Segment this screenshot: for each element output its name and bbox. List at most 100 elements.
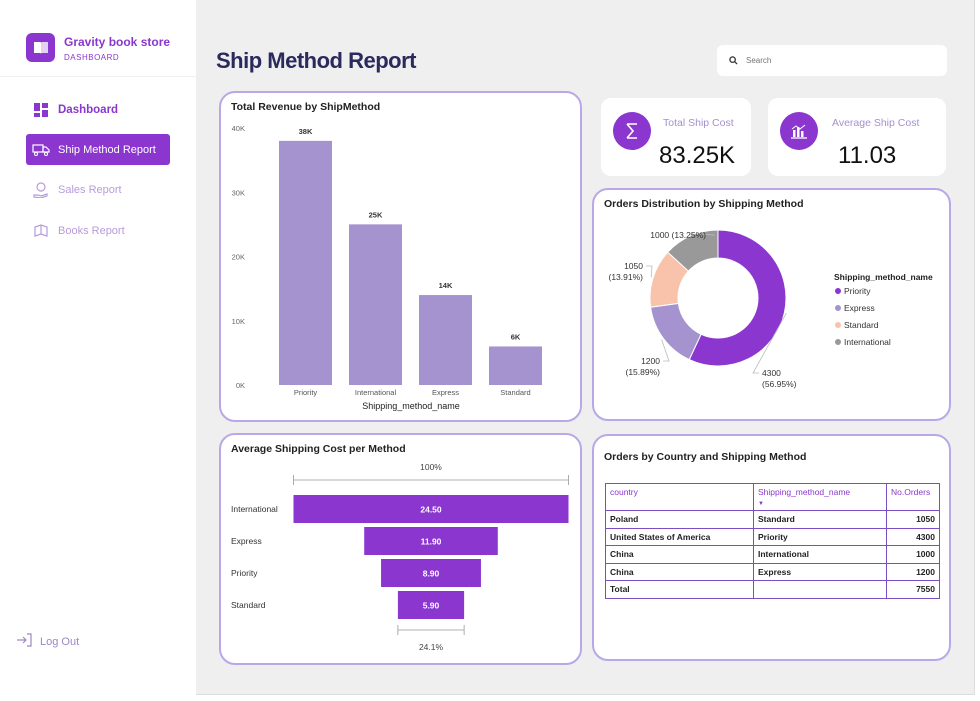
- sidebar-item-ship-method-report[interactable]: Ship Method Report: [26, 134, 170, 165]
- y-tick-label: 20K: [232, 253, 245, 262]
- revenue-chart: 0K 10K 20K 30K 40K 38K Priority 25K Internationa…: [232, 124, 542, 411]
- legend-marker: [835, 288, 841, 294]
- avg-cost-chart-card: Average Shipping Cost per Method 100% 24.…: [219, 433, 582, 665]
- page-title: Ship Method Report: [216, 48, 416, 73]
- logout-button[interactable]: Log Out: [16, 633, 79, 650]
- column-header-orders[interactable]: No.Orders: [886, 483, 940, 511]
- x-tick-label: Standard: [500, 388, 530, 397]
- sigma-icon: [613, 112, 651, 150]
- legend-marker: [835, 339, 841, 345]
- column-header-country[interactable]: country: [605, 483, 754, 511]
- cell-method: Standard: [753, 510, 887, 529]
- column-header-shipping-method[interactable]: Shipping_method_name ▼: [753, 483, 887, 511]
- orders-distribution-card: Orders Distribution by Shipping Method 4…: [592, 188, 951, 421]
- cell-method: Express: [753, 562, 887, 581]
- y-tick-label: 30K: [232, 188, 245, 197]
- brand-subtitle: DASHBOARD: [64, 53, 120, 62]
- data-label: 25K: [369, 210, 383, 219]
- kpi-label: Total Ship Cost: [663, 117, 734, 129]
- funnel-top-label: 100%: [420, 462, 442, 472]
- kpi-total-ship-cost: Total Ship Cost 83.25K: [601, 98, 751, 176]
- kpi-average-ship-cost: Average Ship Cost 11.03: [768, 98, 946, 176]
- data-label: 14K: [439, 281, 453, 290]
- data-label: 5.90: [423, 601, 440, 611]
- cell-method: International: [753, 545, 887, 564]
- x-tick-label: Priority: [294, 388, 318, 397]
- sort-caret-icon: ▼: [758, 501, 764, 507]
- search-input[interactable]: [746, 56, 936, 65]
- data-label: (56.95%): [762, 379, 797, 389]
- data-label: 4300: [762, 368, 781, 378]
- sidebar-item-label: Sales Report: [58, 183, 122, 196]
- data-label: (15.89%): [626, 367, 661, 377]
- orders-table: country Shipping_method_name ▼ No.Orders …: [605, 483, 940, 599]
- cell-country: China: [605, 545, 754, 564]
- data-label: 8.90: [423, 569, 440, 579]
- sidebar-item-label: Ship Method Report: [58, 143, 156, 156]
- sidebar-item-dashboard[interactable]: Dashboard: [26, 94, 170, 125]
- cell-total-empty: [753, 580, 887, 599]
- legend-label: Standard: [844, 320, 879, 330]
- bar-international: [349, 224, 402, 385]
- y-tick-label: 10K: [232, 317, 245, 326]
- logout-label: Log Out: [40, 635, 80, 648]
- table-row: Poland Standard 1050: [605, 510, 940, 529]
- book-icon: [32, 223, 50, 238]
- funnel-top-bracket: [293, 475, 569, 485]
- sidebar: Gravity book store DASHBOARD Dashboard S…: [0, 0, 196, 695]
- data-label: 6K: [511, 332, 521, 341]
- table-header-row: country Shipping_method_name ▼ No.Orders: [605, 483, 940, 511]
- sidebar-divider: [0, 76, 196, 77]
- app-frame: Gravity book store DASHBOARD Dashboard S…: [0, 0, 975, 695]
- legend-label: Express: [844, 303, 875, 313]
- y-tick-label: 40K: [232, 124, 245, 133]
- x-tick-label: International: [355, 388, 397, 397]
- sidebar-item-label: Dashboard: [58, 103, 119, 116]
- cell-method: Priority: [753, 527, 887, 546]
- kpi-value: 11.03: [838, 142, 897, 169]
- category-label: Priority: [231, 568, 258, 578]
- category-label: Express: [231, 536, 262, 546]
- legend-label: International: [844, 337, 891, 347]
- sidebar-item-sales-report[interactable]: Sales Report: [26, 174, 170, 205]
- funnel-chart: 100% 24.50 International 11.90 Express 8.90 Pr…: [231, 462, 569, 652]
- kpi-value: 83.25K: [659, 142, 736, 169]
- brand-title: Gravity book store: [64, 35, 171, 49]
- cell-country: United States of America: [605, 527, 754, 546]
- legend-title: Shipping_method_name: [834, 272, 933, 282]
- y-tick-label: 0K: [236, 381, 245, 390]
- cell-total-orders: 7550: [886, 580, 940, 599]
- data-label: 24.50: [420, 505, 442, 515]
- cell-country: Poland: [605, 510, 754, 529]
- search-box[interactable]: [717, 45, 947, 76]
- category-label: Standard: [231, 600, 266, 610]
- kpi-label: Average Ship Cost: [832, 117, 920, 129]
- leader-line: [646, 265, 653, 278]
- table-row: United States of America Priority 4300: [605, 527, 940, 546]
- data-label: 1200: [641, 356, 660, 366]
- legend-marker: [835, 305, 841, 311]
- money-hand-icon: [32, 181, 50, 198]
- bar-chart-icon: [780, 112, 818, 150]
- sidebar-item-label: Books Report: [58, 224, 125, 237]
- cell-orders: 4300: [886, 527, 940, 546]
- x-tick-label: Express: [432, 388, 459, 397]
- brand: Gravity book store DASHBOARD: [26, 32, 191, 78]
- bar-standard: [489, 346, 542, 385]
- bar-priority: [279, 140, 332, 385]
- data-label: 1000 (13.25%): [650, 230, 706, 240]
- funnel-bottom-bracket: [397, 625, 465, 635]
- funnel-bottom-label: 24.1%: [419, 642, 444, 652]
- sidebar-item-books-report[interactable]: Books Report: [26, 215, 170, 246]
- cell-total-label: Total: [605, 580, 754, 599]
- search-icon: [729, 52, 738, 70]
- book-logo-icon: [26, 33, 55, 62]
- logout-icon: [16, 633, 32, 650]
- cell-orders: 1000: [886, 545, 940, 564]
- cell-orders: 1050: [886, 510, 940, 529]
- data-label: 1050: [624, 261, 643, 271]
- donut-slice-express: [650, 302, 702, 361]
- table-title: Orders by Country and Shipping Method: [604, 451, 807, 463]
- bar-express: [419, 295, 472, 385]
- cell-country: China: [605, 562, 754, 581]
